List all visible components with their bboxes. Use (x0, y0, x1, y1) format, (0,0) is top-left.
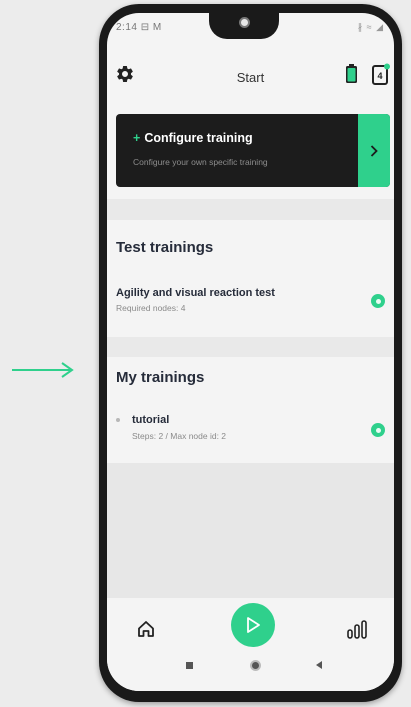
my-trainings-heading: My trainings (116, 369, 205, 386)
empty-area (107, 463, 394, 598)
status-time: 2:14 ⊟ M (116, 22, 162, 33)
status-bar: 2:14 ⊟ M ∦ ≈ ◢ (107, 13, 394, 49)
system-nav-bar (107, 650, 394, 691)
camera-icon (239, 17, 250, 28)
back-icon[interactable] (316, 661, 322, 669)
my-training-subtitle: Steps: 2 / Max node id: 2 (132, 431, 227, 441)
pointer-arrow-icon (12, 362, 74, 378)
bottom-nav (107, 598, 394, 650)
test-trainings-heading: Test trainings (116, 239, 214, 256)
app-screen: 2:14 ⊟ M ∦ ≈ ◢ Start 4 + Configure train… (107, 13, 394, 691)
section-divider (107, 337, 394, 357)
section-divider (107, 199, 394, 220)
my-training-title[interactable]: tutorial (132, 414, 169, 426)
play-icon (247, 617, 260, 633)
chevron-right-icon (370, 144, 378, 157)
recents-icon[interactable] (186, 662, 193, 669)
configure-training-label: Configure training (144, 131, 253, 145)
my-training-start-button[interactable] (371, 423, 385, 437)
camera-notch (209, 13, 279, 39)
play-button[interactable] (231, 603, 275, 647)
test-training-subtitle: Required nodes: 4 (116, 303, 186, 313)
configure-training-card[interactable]: + Configure training Configure your own s… (116, 114, 390, 187)
status-icons: ∦ ≈ ◢ (357, 22, 384, 32)
configure-training-title: + Configure training (133, 131, 253, 145)
home-circle-icon[interactable] (250, 660, 261, 671)
plus-icon: + (133, 131, 141, 145)
test-training-title[interactable]: Agility and visual reaction test (116, 287, 275, 299)
configure-training-subtitle: Configure your own specific training (133, 157, 268, 167)
svg-text:4: 4 (377, 71, 382, 81)
app-bar: Start 4 (107, 55, 394, 95)
list-bullet (116, 418, 120, 422)
test-training-start-button[interactable] (371, 294, 385, 308)
phone-frame: 2:14 ⊟ M ∦ ≈ ◢ Start 4 + Configure train… (99, 4, 402, 702)
bar-chart-icon[interactable] (346, 619, 368, 639)
battery-icon (346, 64, 357, 83)
configure-training-arrow-button[interactable] (358, 114, 390, 187)
device-icon[interactable]: 4 (372, 63, 390, 85)
home-icon[interactable] (136, 619, 156, 639)
